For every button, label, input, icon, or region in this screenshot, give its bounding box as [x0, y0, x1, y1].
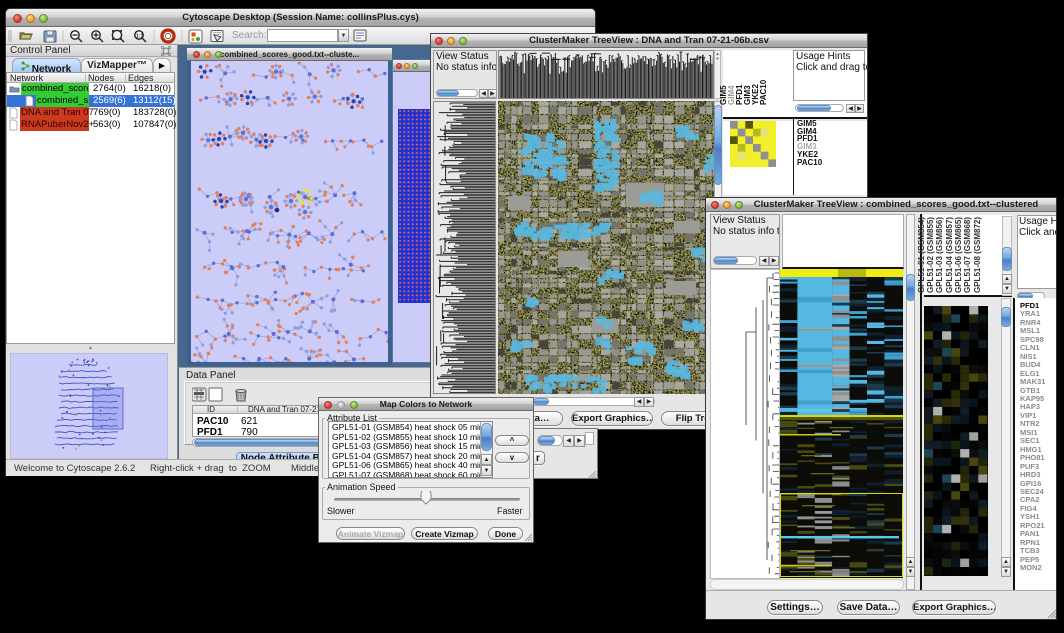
svg-text:1:1: 1:1: [136, 34, 143, 40]
